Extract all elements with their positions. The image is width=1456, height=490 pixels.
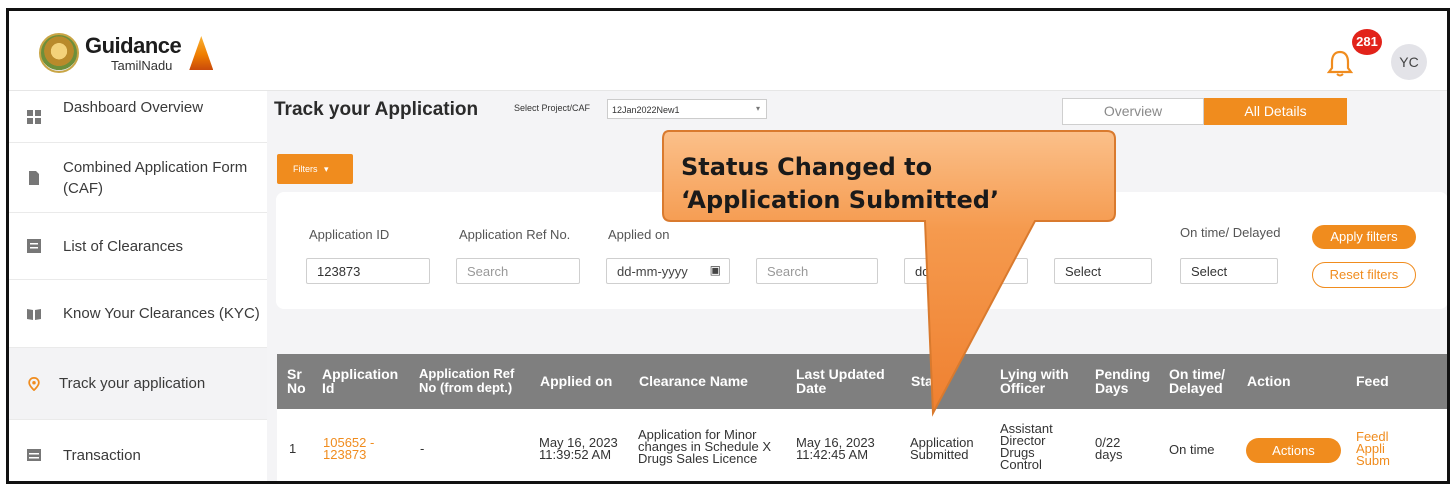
page-title: Track your Application [274,99,479,120]
cell-clearance-name: Application for Minor changes in Schedul… [638,427,771,466]
th-ontime: On time/ Delayed [1169,366,1226,396]
th-application-id: Application Id [322,366,399,396]
cell-sr: 1 [289,441,297,456]
callout-text: Status Changed to ‘Application Submitted… [681,151,1121,217]
top-header: Guidance TamilNadu 281 YC [9,11,1447,91]
apply-filters-button[interactable]: Apply filters [1312,225,1416,249]
ontime-label: On time/ Delayed [1180,225,1281,240]
user-avatar[interactable]: YC [1391,44,1427,80]
cell-feedback-link[interactable]: Feedl Appli Subm [1356,431,1390,467]
cell-pending-days: 0/22 days [1095,435,1123,462]
card-icon [27,449,41,461]
cell-ref-no: - [420,441,425,456]
cell-last-updated: May 16, 2023 11:42:45 AM [796,435,875,462]
applied-on-label: Applied on [608,227,670,242]
status-select[interactable]: Select [1054,258,1152,284]
ref-no-label: Application Ref No. [459,227,571,242]
applied-on-date-value: dd-mm-yyyy [617,264,688,279]
notification-badge[interactable]: 281 [1352,29,1382,55]
list-icon [27,239,41,253]
tab-overview[interactable]: Overview [1062,98,1204,125]
location-pin-icon [28,376,40,391]
logo-title: Guidance [85,32,182,58]
document-icon [29,170,39,185]
sidebar-item-label: Know Your Clearances (KYC) [63,305,260,322]
callout-line-1: Status Changed to [681,153,933,181]
sidebar: Dashboard Overview Combined Application … [9,91,267,481]
sidebar-item-track[interactable]: Track your application [9,348,267,420]
clearance-search-field[interactable]: Search [756,258,878,284]
sidebar-item-caf[interactable]: Combined Application Form (CAF) [9,143,267,213]
book-icon [27,308,41,320]
cell-ontime: On time [1169,442,1215,457]
filters-button-label: Filters [293,164,318,174]
caret-down-icon: ▾ [324,164,329,174]
bell-icon[interactable] [1327,49,1353,77]
th-applied-on: Applied on [540,373,613,389]
calendar-icon: ▣ [709,263,721,277]
sidebar-item-dashboard[interactable]: Dashboard Overview [9,91,267,143]
th-lying-with: Lying with Officer [1000,366,1069,396]
tamilnadu-emblem-icon [39,33,79,73]
ref-no-search-field[interactable]: Search [456,258,580,284]
actions-button[interactable]: Actions [1246,438,1341,463]
logo-subtitle: TamilNadu [111,57,173,73]
guidance-logo[interactable]: Guidance TamilNadu [39,32,214,73]
application-id-label: Application ID [309,227,390,242]
application-id-field[interactable]: 123873 [306,258,430,284]
filters-button[interactable]: Filters ▾ [277,154,353,184]
applied-on-date-field[interactable]: dd-mm-yyyy ▣ [606,258,730,284]
sidebar-item-transaction[interactable]: Transaction [9,420,267,481]
th-feedback: Feed [1356,373,1389,389]
flame-logo-icon [189,36,214,70]
select-project-dropdown[interactable]: 12Jan2022New1 ▾ [607,99,767,119]
th-action: Action [1247,373,1291,389]
sidebar-item-label: List of Clearances [63,237,184,255]
app-frame: Guidance TamilNadu 281 YC Dashboard Over… [6,8,1450,484]
sidebar-item-clearances[interactable]: List of Clearances [9,213,267,280]
callout-line-2: ‘Application Submitted’ [681,186,1000,214]
cell-status: Application Submitted [910,435,974,462]
th-ref-no: Application Ref No (from dept.) [419,366,515,395]
cell-applied-on: May 16, 2023 11:39:52 AM [539,435,618,462]
th-clearance-name: Clearance Name [639,373,748,389]
th-status: Stat [911,373,938,389]
sidebar-item-label: Track your application [59,375,206,392]
select-project-value: 12Jan2022New1 [612,105,680,115]
sidebar-item-label: Dashboard Overview [63,99,204,116]
chevron-down-icon: ▾ [755,104,760,113]
th-sr-no: Sr No [287,366,306,396]
last-updated-date-field[interactable]: dd- [904,258,1028,284]
grid-icon [27,109,41,124]
sidebar-item-label: Combined Application Form (CAF) [63,158,248,197]
table-header: Sr No Application Id Application Ref No … [277,354,1447,409]
th-last-updated: Last Updated Date [796,366,885,396]
sidebar-item-label: Transaction [63,446,141,464]
cell-lying-with: Assistant Director Drugs Control [1000,421,1053,472]
tab-all-details[interactable]: All Details [1204,98,1347,125]
select-project-label: Select Project/CAF [514,103,591,113]
cell-application-id-link[interactable]: 105652 - 123873 [323,436,393,461]
sidebar-item-kyc[interactable]: Know Your Clearances (KYC) [9,280,267,348]
reset-filters-button[interactable]: Reset filters [1312,262,1416,288]
table-row: 1 105652 - 123873 - May 16, 2023 11:39:5… [277,409,1447,481]
th-pending-days: Pending Days [1095,366,1151,396]
ontime-select[interactable]: Select [1180,258,1278,284]
